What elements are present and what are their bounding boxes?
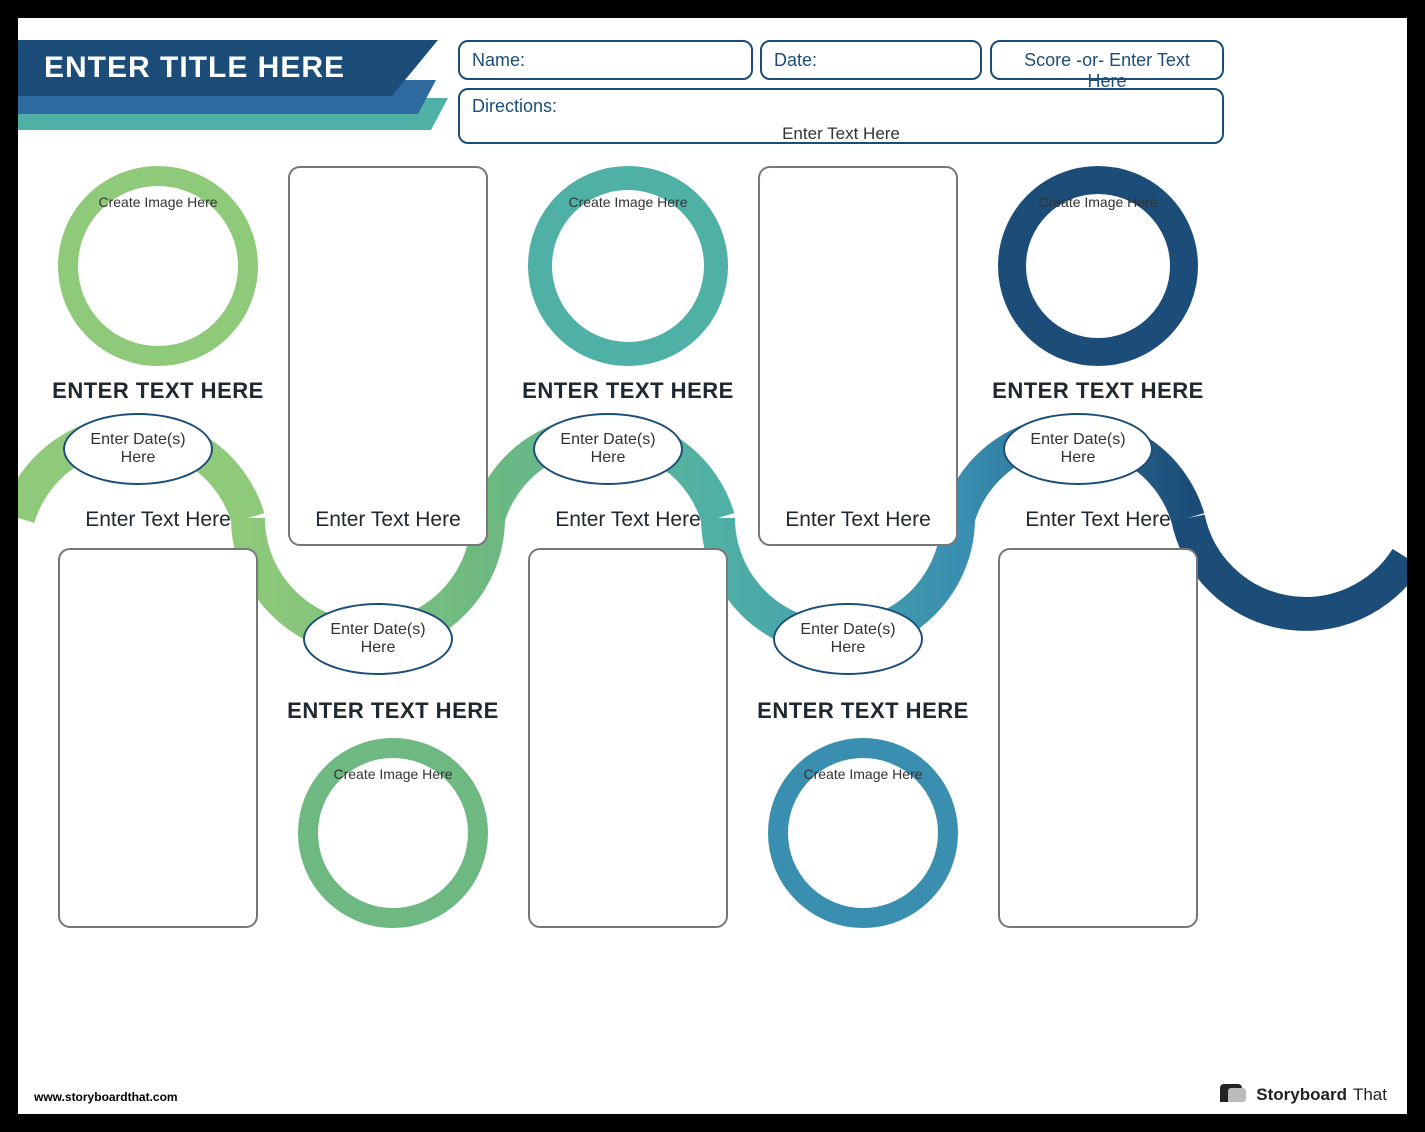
image-placeholder-4[interactable]: Create Image Here <box>323 766 463 782</box>
date-label: Date: <box>774 50 817 70</box>
name-label: Name: <box>472 50 525 70</box>
heading-5[interactable]: ENTER TEXT HERE <box>738 698 988 724</box>
directions-label: Directions: <box>472 96 557 117</box>
image-placeholder-2[interactable]: Create Image Here <box>558 194 698 210</box>
brand-text-2: That <box>1353 1085 1387 1105</box>
directions-field[interactable]: Directions: Enter Text Here <box>458 88 1224 144</box>
heading-2[interactable]: ENTER TEXT HERE <box>503 378 753 404</box>
footer-url: www.storyboardthat.com <box>34 1090 178 1104</box>
small-label-1[interactable]: Enter Text Here <box>273 508 503 532</box>
date-oval-1[interactable]: Enter Date(s) Here <box>63 413 213 485</box>
date-oval-3[interactable]: Enter Date(s) Here <box>533 413 683 485</box>
speech-bubble-icon <box>1220 1084 1250 1106</box>
image-placeholder-3[interactable]: Create Image Here <box>1028 194 1168 210</box>
date-oval-2[interactable]: Enter Date(s) Here <box>303 603 453 675</box>
score-label: Score -or- Enter Text Here <box>1024 50 1190 91</box>
heading-1[interactable]: ENTER TEXT HERE <box>33 378 283 404</box>
sheet: ENTER TITLE HERE Name: Date: Score -or- … <box>0 0 1425 1132</box>
text-rect-2[interactable] <box>758 166 958 546</box>
text-rect-1[interactable] <box>288 166 488 546</box>
small-label-0[interactable]: Enter Text Here <box>43 508 273 532</box>
date-oval-5[interactable]: Enter Date(s) Here <box>1003 413 1153 485</box>
date-field[interactable]: Date: <box>760 40 982 80</box>
score-field[interactable]: Score -or- Enter Text Here <box>990 40 1224 80</box>
small-label-2[interactable]: Enter Text Here <box>743 508 973 532</box>
heading-4[interactable]: ENTER TEXT HERE <box>268 698 518 724</box>
worksheet-page: ENTER TITLE HERE Name: Date: Score -or- … <box>18 18 1407 1114</box>
image-placeholder-1[interactable]: Create Image Here <box>88 194 228 210</box>
small-label-3[interactable]: Enter Text Here <box>513 508 743 532</box>
heading-3[interactable]: ENTER TEXT HERE <box>973 378 1223 404</box>
text-rect-3[interactable] <box>58 548 258 928</box>
brand-text-1: Storyboard <box>1256 1085 1347 1105</box>
title-text[interactable]: ENTER TITLE HERE <box>18 40 438 96</box>
name-field[interactable]: Name: <box>458 40 753 80</box>
text-rect-4[interactable] <box>528 548 728 928</box>
small-label-5[interactable]: Enter Text Here <box>983 508 1213 532</box>
date-oval-4[interactable]: Enter Date(s) Here <box>773 603 923 675</box>
directions-value[interactable]: Enter Text Here <box>472 98 1210 144</box>
footer-brand: Storyboard That <box>1220 1084 1387 1106</box>
image-placeholder-5[interactable]: Create Image Here <box>793 766 933 782</box>
text-rect-5[interactable] <box>998 548 1198 928</box>
